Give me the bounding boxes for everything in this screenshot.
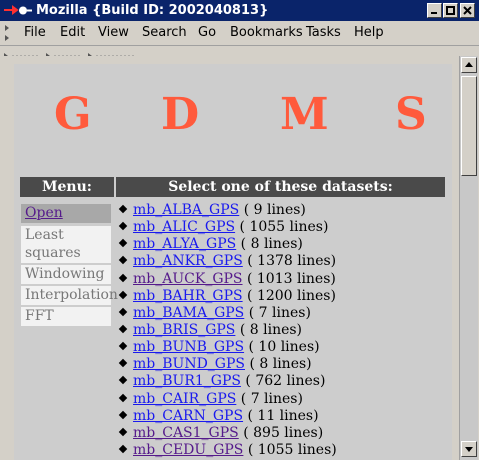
dataset-link[interactable]: mb_ALBA_GPS (133, 202, 239, 218)
list-item: mb_ALIC_GPS ( 1055 lines) (118, 219, 448, 236)
list-item: mb_ANKR_GPS ( 1378 lines) (118, 253, 448, 270)
dataset-link[interactable]: mb_BRIS_GPS (133, 322, 235, 338)
menu-file[interactable]: File (24, 25, 46, 40)
dataset-link[interactable]: mb_CAIR_GPS (133, 391, 236, 407)
dataset-line-count: ( 7 lines) (248, 304, 311, 321)
dataset-line-count: ( 10 lines) (248, 339, 320, 356)
maximize-icon[interactable] (443, 3, 458, 18)
bullet-icon (118, 359, 128, 368)
menu-tasks[interactable]: Tasks (306, 25, 341, 40)
bullet-icon (118, 307, 128, 317)
side-menu-fft: FFT (21, 307, 111, 326)
content-viewport: G D M S Menu: Select one of these datase… (0, 56, 479, 460)
bullet-icon (118, 239, 128, 248)
dataset-line-count: ( 9 lines) (243, 202, 306, 218)
list-item: mb_AUCK_GPS ( 1013 lines) (118, 271, 448, 288)
bullet-icon (118, 376, 128, 385)
vertical-scrollbar[interactable] (459, 56, 478, 460)
dataset-line-count: ( 8 lines) (239, 321, 303, 338)
list-item: mb_BUNB_GPS ( 10 lines) (118, 339, 448, 356)
dataset-link[interactable]: mb_AUCK_GPS (133, 271, 243, 287)
dataset-line-count: ( 11 lines) (247, 407, 319, 424)
list-item: mb_CARN_GPS ( 11 lines) (118, 408, 448, 425)
list-item: mb_BAHR_GPS ( 1200 lines) (118, 288, 448, 305)
web-page: G D M S Menu: Select one of these datase… (14, 64, 452, 460)
toolbar-grippy[interactable] (0, 46, 479, 59)
dataset-line-count: ( 762 lines) (245, 373, 326, 390)
logo-letter-m: M (280, 89, 329, 140)
dataset-list: mb_ALBA_GPS ( 9 lines) mb_ALIC_GPS ( 105… (118, 202, 448, 459)
scroll-down-icon[interactable] (461, 441, 477, 457)
list-item: mb_ALYA_GPS ( 8 lines) (118, 236, 448, 253)
list-item: mb_CEDU_GPS ( 1055 lines) (118, 442, 448, 459)
side-menu-windowing: Windowing (21, 265, 111, 284)
dataset-line-count: ( 8 lines) (240, 236, 303, 253)
minimize-icon[interactable] (427, 3, 442, 18)
list-item: mb_BUND_GPS ( 8 lines) (118, 356, 448, 373)
bullet-icon (118, 273, 128, 282)
bullet-icon (118, 204, 128, 214)
bullet-icon (118, 444, 128, 454)
dataset-line-count: ( 7 lines) (240, 390, 303, 407)
menu-bookmarks[interactable]: Bookmarks (230, 25, 303, 40)
dataset-link[interactable]: mb_CAS1_GPS (133, 425, 239, 441)
dataset-line-count: ( 1055 lines) (239, 219, 329, 236)
dataset-link[interactable]: mb_BAMA_GPS (133, 305, 244, 321)
datasets-header: Select one of these datasets: (116, 177, 445, 197)
list-item: mb_BAMA_GPS ( 7 lines) (118, 305, 448, 322)
dataset-link[interactable]: mb_ANKR_GPS (133, 253, 243, 269)
menu-edit[interactable]: Edit (60, 25, 85, 40)
menu-go[interactable]: Go (198, 25, 216, 40)
bullet-icon (118, 290, 128, 299)
dataset-line-count: ( 8 lines) (249, 356, 312, 373)
bullet-icon (118, 410, 128, 419)
logo-letter-g: G (54, 89, 92, 140)
list-item: mb_ALBA_GPS ( 9 lines) (118, 202, 448, 219)
dataset-link[interactable]: mb_BUNB_GPS (133, 339, 244, 355)
logo-letter-s: S (395, 89, 427, 140)
dataset-link[interactable]: mb_CEDU_GPS (133, 442, 243, 458)
list-item: mb_CAIR_GPS ( 7 lines) (118, 391, 448, 408)
menu-header: Menu: (20, 177, 114, 197)
menubar-grip-icon[interactable] (4, 23, 10, 43)
dataset-link[interactable]: mb_BUR1_GPS (133, 373, 241, 389)
bullet-icon (118, 427, 128, 437)
menu-bar: File Edit View Search Go Bookmarks Tasks… (0, 21, 479, 46)
close-icon[interactable] (460, 3, 475, 18)
dataset-line-count: ( 895 lines) (243, 424, 324, 441)
dataset-line-count: ( 1055 lines) (247, 441, 337, 458)
dataset-line-count: ( 1378 lines) (247, 253, 337, 270)
mozilla-app-icon[interactable] (3, 4, 33, 17)
dataset-link[interactable]: mb_BAHR_GPS (133, 288, 243, 304)
window-title-bar[interactable]: Mozilla {Build ID: 2002040813} (0, 0, 479, 21)
list-item: mb_BRIS_GPS ( 8 lines) (118, 322, 448, 339)
scroll-up-icon[interactable] (461, 57, 477, 73)
menu-help[interactable]: Help (354, 25, 384, 40)
dataset-link[interactable]: mb_ALYA_GPS (133, 236, 236, 252)
side-menu-interpolation: Interpolation (21, 286, 118, 305)
bullet-icon (118, 341, 128, 351)
bullet-icon (118, 256, 128, 265)
dataset-link[interactable]: mb_BUND_GPS (133, 356, 245, 372)
logo-letter-d: D (161, 89, 200, 140)
side-menu-least-squares: Least squares (21, 226, 111, 263)
list-item: mb_CAS1_GPS ( 895 lines) (118, 425, 448, 442)
dataset-link[interactable]: mb_ALIC_GPS (133, 219, 235, 235)
dataset-link[interactable]: mb_CARN_GPS (133, 408, 243, 424)
bullet-icon (118, 324, 128, 334)
menu-search[interactable]: Search (142, 25, 187, 40)
scrollbar-thumb[interactable] (461, 76, 477, 176)
bullet-icon (118, 393, 128, 402)
window-title: Mozilla {Build ID: 2002040813} (36, 3, 269, 18)
side-menu-open-link[interactable]: Open (21, 204, 111, 223)
list-item: mb_BUR1_GPS ( 762 lines) (118, 373, 448, 390)
dataset-line-count: ( 1200 lines) (247, 287, 336, 304)
dataset-line-count: ( 1013 lines) (246, 270, 336, 287)
bullet-icon (118, 221, 128, 231)
menu-view[interactable]: View (98, 25, 129, 40)
